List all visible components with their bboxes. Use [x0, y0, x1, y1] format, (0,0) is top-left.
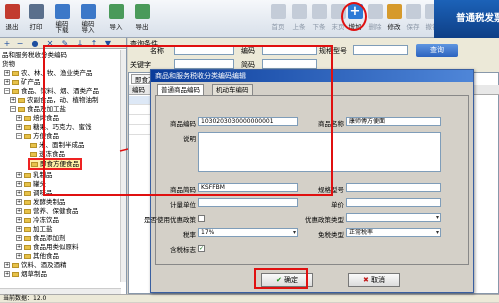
- printer-icon: [28, 4, 44, 19]
- toolbar: 退出 打印 编码 下载 编码 导入 导入 导出 首页 上条 下条 末页 + 增加: [0, 0, 499, 38]
- tree-add-icon[interactable]: +: [2, 39, 12, 48]
- tree-item[interactable]: + 罐头: [16, 180, 46, 189]
- tree-item[interactable]: + 饮料、酒及酒精: [4, 261, 67, 270]
- modify-button[interactable]: 修改: [384, 2, 404, 36]
- close-icon: ✖: [362, 276, 369, 284]
- form-highlight-box: [43, 45, 333, 196]
- tree-item-goods[interactable]: 货物: [2, 60, 15, 69]
- folder-icon: [24, 124, 31, 130]
- folder-icon: [12, 271, 19, 277]
- price-label: 单价: [331, 201, 344, 209]
- next-button[interactable]: 下条: [309, 2, 329, 36]
- tax-included-checkbox[interactable]: ✓: [198, 245, 205, 252]
- folder-icon: [31, 161, 38, 167]
- folder-icon: [24, 199, 31, 205]
- folder-icon: [24, 190, 31, 196]
- exit-icon: [4, 4, 20, 19]
- tax-included-label: 含税标志: [170, 246, 196, 254]
- query-button[interactable]: 查询: [416, 44, 458, 57]
- prev-button[interactable]: 上条: [289, 2, 309, 36]
- folder-icon: [30, 151, 37, 157]
- spec-field[interactable]: [346, 183, 441, 192]
- tree-item[interactable]: + 烟草制品: [4, 270, 47, 279]
- tree-item[interactable]: + 加工盐: [16, 225, 53, 234]
- folder-icon: [24, 172, 31, 178]
- next-icon: [311, 4, 327, 19]
- preferential-policy-checkbox[interactable]: [198, 215, 205, 222]
- folder-icon: [18, 106, 25, 112]
- tree-item[interactable]: + 食品添加剂: [16, 234, 66, 243]
- folder-icon: [24, 217, 31, 223]
- tree-item[interactable]: + 食品用类似原料: [16, 243, 79, 252]
- download-icon: [54, 4, 70, 19]
- folder-icon: [24, 208, 31, 214]
- folder-icon: [24, 133, 31, 139]
- exit-button[interactable]: 退出: [2, 2, 22, 36]
- tree-remove-icon[interactable]: −: [15, 39, 25, 48]
- add-button-highlight: [341, 2, 367, 31]
- product-name-field[interactable]: 康师傅方便面: [346, 117, 441, 126]
- folder-icon: [24, 226, 31, 232]
- save-icon: [405, 4, 421, 19]
- policy-type-select[interactable]: [346, 213, 441, 222]
- price-field[interactable]: [346, 198, 441, 207]
- folder-icon: [24, 235, 31, 241]
- status-bar: 当前数据：12.0: [0, 294, 499, 302]
- policy-type-label: 优惠政策类型: [305, 216, 344, 224]
- encode-import-button[interactable]: 编码 导入: [78, 2, 98, 36]
- record-count: 当前数据：12.0: [3, 295, 47, 302]
- brand-banner: 普通税发票: [434, 0, 499, 38]
- table-export-icon: [134, 4, 150, 19]
- print-button[interactable]: 打印: [26, 2, 46, 36]
- tree-node-icon[interactable]: ●: [30, 39, 40, 48]
- encode-download-button[interactable]: 编码 下载: [52, 2, 72, 36]
- folder-icon: [12, 70, 19, 76]
- folder-icon: [12, 79, 19, 85]
- cancel-button[interactable]: ✖ 取消: [348, 273, 400, 287]
- export-button[interactable]: 导出: [132, 2, 152, 36]
- tree-item[interactable]: + 营养、保健食品: [16, 207, 79, 216]
- table-import-icon: [108, 4, 124, 19]
- folder-icon: [24, 181, 31, 187]
- folder-icon: [18, 97, 25, 103]
- folder-icon: [24, 244, 31, 250]
- folder-icon: [12, 88, 19, 94]
- import-button[interactable]: 导入: [106, 2, 126, 36]
- folder-icon: [24, 115, 31, 121]
- tree-item[interactable]: + 冷冻饮品: [16, 216, 59, 225]
- unit-label: 计量单位: [170, 201, 196, 209]
- delete-icon: [367, 4, 383, 19]
- first-icon: [270, 4, 286, 19]
- spec-input[interactable]: [353, 45, 408, 55]
- tax-rate-label: 税率: [183, 231, 196, 239]
- tree-item[interactable]: + 矿产品: [4, 78, 41, 87]
- exempt-type-select[interactable]: 正常税率: [346, 228, 441, 237]
- tree-item[interactable]: + 发酵类制品: [16, 198, 66, 207]
- tax-rate-select[interactable]: 17%: [198, 228, 298, 237]
- tree-item[interactable]: + 其他食品: [16, 252, 59, 261]
- folder-icon: [24, 253, 31, 259]
- save-button[interactable]: 保存: [403, 2, 423, 36]
- edit-icon: [386, 4, 402, 19]
- folder-icon: [30, 142, 37, 148]
- preferential-policy-label: 是否使用优惠政策: [144, 216, 196, 224]
- import-code-icon: [80, 4, 96, 19]
- delete-button[interactable]: 删除: [365, 2, 385, 36]
- ok-button-highlight: [254, 268, 308, 289]
- folder-icon: [12, 262, 19, 268]
- first-page-button[interactable]: 首页: [268, 2, 288, 36]
- exempt-type-label: 免税类型: [318, 231, 344, 239]
- prev-icon: [291, 4, 307, 19]
- unit-field[interactable]: [198, 198, 298, 207]
